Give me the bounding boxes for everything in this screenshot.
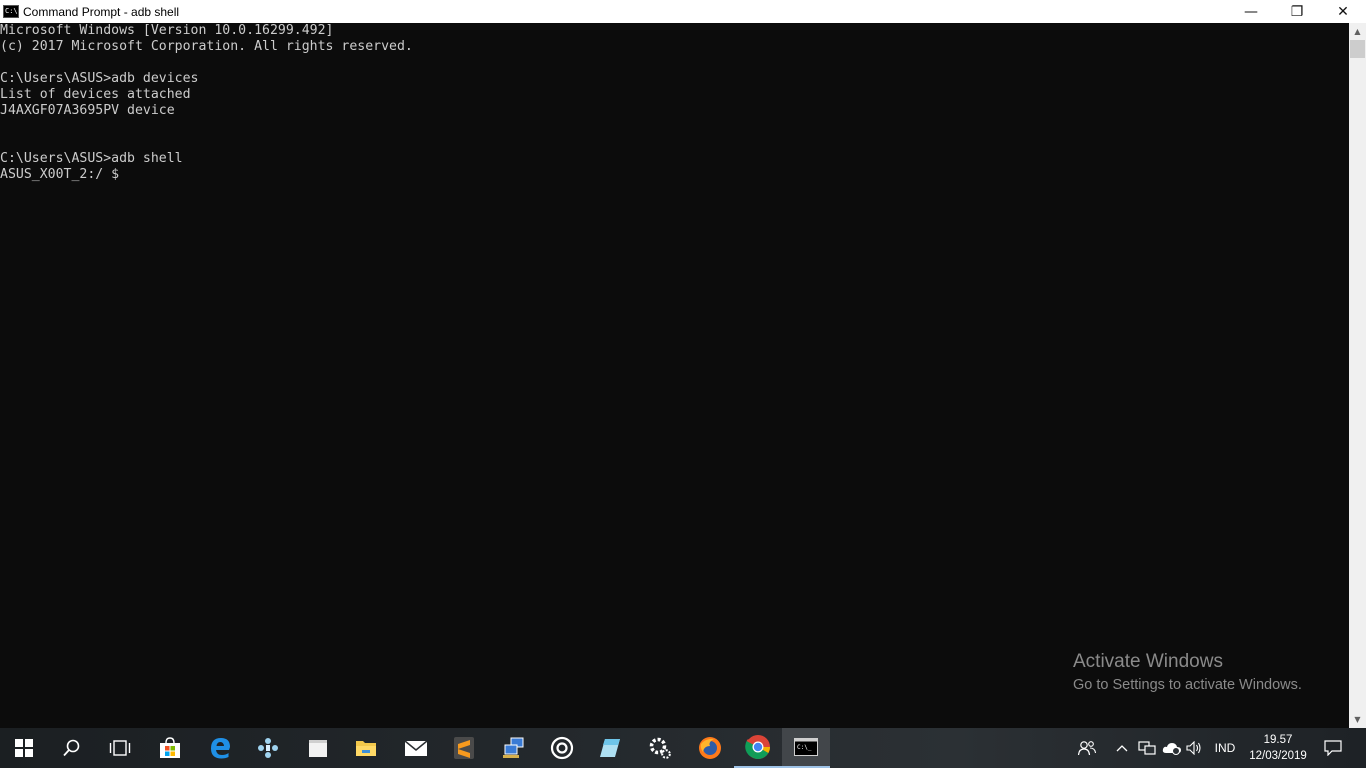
- maximize-button[interactable]: ❐: [1274, 0, 1320, 23]
- groove-music-button[interactable]: [538, 728, 586, 768]
- vertical-scrollbar[interactable]: ▲ ▼: [1349, 23, 1366, 728]
- console-text: Microsoft Windows [Version 10.0.16299.49…: [0, 23, 1349, 183]
- onedrive-tray-button[interactable]: [1160, 728, 1184, 768]
- mail-icon: [404, 740, 428, 756]
- notes-button[interactable]: [586, 728, 634, 768]
- file-explorer-button[interactable]: [342, 728, 390, 768]
- file-icon: [309, 740, 327, 757]
- minimize-button[interactable]: —: [1228, 0, 1274, 23]
- console-line: C:\Users\ASUS>adb shell: [0, 151, 183, 166]
- firefox-icon: [699, 737, 721, 759]
- svg-text:C:\_: C:\_: [797, 744, 812, 751]
- activate-title: Activate Windows: [1073, 651, 1223, 672]
- volume-tray-button[interactable]: [1184, 728, 1204, 768]
- search-icon: [63, 739, 80, 757]
- chrome-button[interactable]: [734, 728, 782, 768]
- groove-music-icon: [550, 736, 574, 760]
- people-button[interactable]: [1074, 728, 1100, 768]
- notification-icon: [1324, 740, 1342, 756]
- file-app-button[interactable]: [294, 728, 342, 768]
- network-icon: [1138, 741, 1156, 755]
- chrome-icon: [745, 735, 770, 760]
- task-view-button[interactable]: [96, 728, 144, 768]
- speaker-icon: [1186, 741, 1201, 755]
- settings-button[interactable]: [636, 728, 684, 768]
- sublime-text-icon: [454, 737, 474, 759]
- firefox-button[interactable]: [686, 728, 734, 768]
- language-indicator[interactable]: IND: [1210, 728, 1240, 768]
- title-bar: C:\ Command Prompt - adb shell — ❐ ✕: [0, 0, 1366, 23]
- network-tool-icon: [503, 737, 524, 758]
- action-center-button[interactable]: [1318, 728, 1348, 768]
- cloud-sync-icon: [1162, 743, 1181, 755]
- console-line: (c) 2017 Microsoft Corporation. All righ…: [0, 39, 413, 54]
- clock[interactable]: 19.57 12/03/2019: [1246, 732, 1310, 764]
- console-line: Microsoft Windows [Version 10.0.16299.49…: [0, 23, 334, 38]
- chevron-up-icon: [1116, 745, 1128, 752]
- activate-subtitle: Go to Settings to activate Windows.: [1073, 677, 1302, 693]
- console-line: C:\Users\ASUS>adb devices: [0, 71, 199, 86]
- clock-date: 12/03/2019: [1249, 750, 1307, 762]
- scroll-down-button[interactable]: ▼: [1349, 711, 1366, 728]
- network-tray-button[interactable]: [1136, 728, 1158, 768]
- edge-button[interactable]: [196, 728, 244, 768]
- sublime-text-button[interactable]: [440, 728, 488, 768]
- settings-icon: [649, 737, 671, 759]
- cmd-icon[interactable]: C:\: [3, 5, 19, 18]
- window-title: Command Prompt - adb shell: [23, 4, 180, 19]
- close-button[interactable]: ✕: [1320, 0, 1366, 23]
- mail-button[interactable]: [392, 728, 440, 768]
- console-line: J4AXGF07A3695PV device: [0, 103, 175, 118]
- clock-time: 19.57: [1263, 734, 1293, 746]
- console-area[interactable]: Microsoft Windows [Version 10.0.16299.49…: [0, 23, 1349, 728]
- command-prompt-taskbar-button[interactable]: C:\_: [782, 728, 830, 768]
- search-button[interactable]: [48, 728, 96, 768]
- console-line: List of devices attached: [0, 87, 191, 102]
- network-tool-button[interactable]: [490, 728, 538, 768]
- store-button[interactable]: [146, 728, 194, 768]
- people-icon: [1078, 741, 1096, 756]
- scroll-thumb[interactable]: [1350, 40, 1365, 58]
- store-icon: [160, 737, 180, 758]
- notes-icon: [600, 739, 620, 757]
- game-controller-icon: [258, 738, 278, 758]
- console-prompt-line: ASUS_X00T_2:/ $: [0, 167, 120, 182]
- edge-icon: [211, 738, 230, 759]
- start-icon: [15, 739, 33, 757]
- command-prompt-icon: C:\_: [794, 738, 818, 756]
- scroll-up-button[interactable]: ▲: [1349, 23, 1366, 40]
- file-explorer-icon: [356, 741, 376, 756]
- start-button[interactable]: [0, 728, 48, 768]
- activate-windows-watermark: Activate Windows Go to Settings to activ…: [1073, 651, 1302, 693]
- show-hidden-icons-button[interactable]: [1112, 728, 1132, 768]
- task-view-icon: [109, 740, 131, 756]
- game-app-button[interactable]: [244, 728, 292, 768]
- taskbar: C:\_ IND 19.57 12/03/2019: [0, 728, 1366, 768]
- window-controls: — ❐ ✕: [1228, 0, 1366, 23]
